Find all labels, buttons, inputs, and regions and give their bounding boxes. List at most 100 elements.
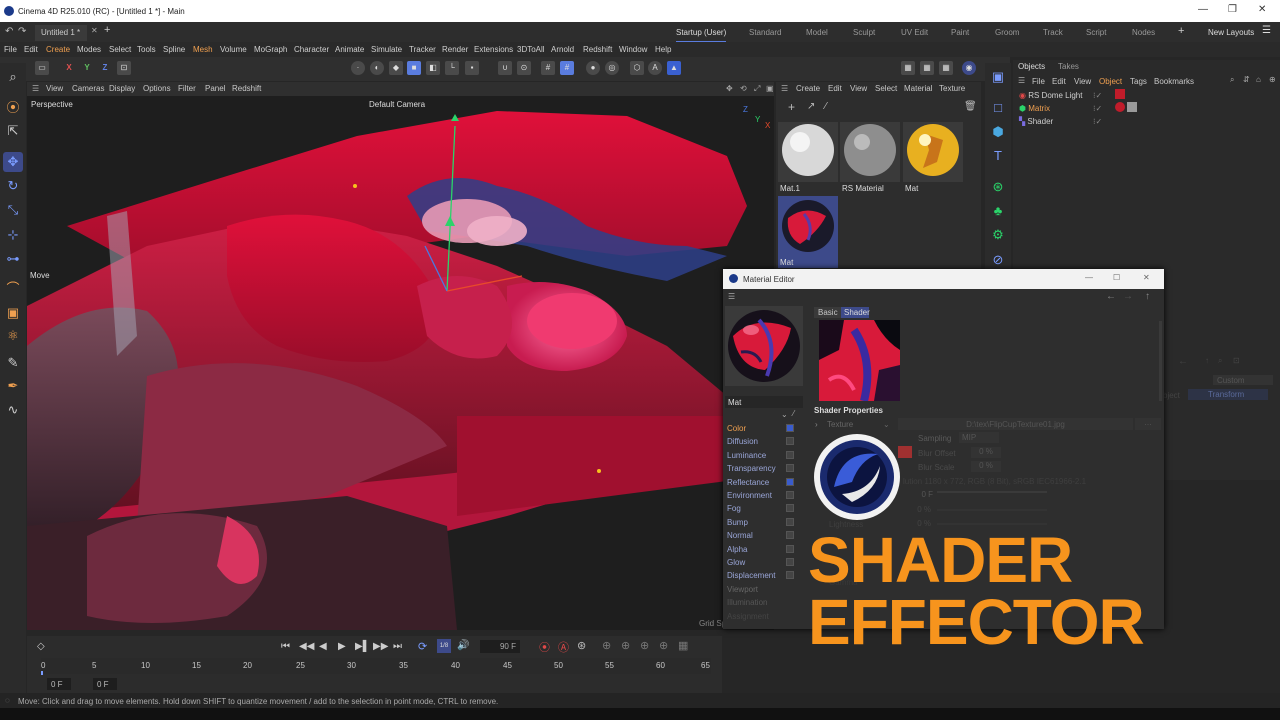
- channel-environment[interactable]: Environment: [727, 491, 772, 500]
- move-tool-icon[interactable]: ✥: [3, 152, 23, 172]
- menu-mograph[interactable]: MoGraph: [254, 45, 287, 54]
- layout-tab-model[interactable]: Model: [806, 28, 828, 37]
- texture-dropdown-icon[interactable]: ⌄: [883, 420, 890, 429]
- shader-preview[interactable]: [819, 320, 900, 402]
- polygons-mode-icon[interactable]: ◆: [389, 61, 403, 75]
- object-mode-icon[interactable]: ▭: [35, 61, 49, 75]
- select-tool-icon[interactable]: ⇱: [3, 121, 23, 141]
- edit-render-settings-icon[interactable]: ▦: [939, 61, 953, 75]
- camera-label[interactable]: Default Camera: [369, 100, 425, 109]
- sound-icon[interactable]: 🔊: [457, 640, 469, 651]
- visibility-toggle[interactable]: ⁝✓: [1093, 117, 1102, 126]
- render-view-icon[interactable]: ●: [586, 61, 600, 75]
- vp-menu-options[interactable]: Options: [143, 84, 171, 93]
- attr-up-icon[interactable]: ↑: [1205, 356, 1209, 365]
- autokey-icon[interactable]: Ⓐ: [558, 639, 569, 655]
- menu-character[interactable]: Character: [294, 45, 329, 54]
- render-to-picture-viewer-icon[interactable]: ▦: [920, 61, 934, 75]
- layout-tab-standard[interactable]: Standard: [749, 28, 781, 37]
- cube-icon[interactable]: ⬡: [630, 61, 644, 75]
- light-icon[interactable]: ⊛: [988, 177, 1008, 197]
- eyedropper-icon[interactable]: ⁄: [793, 409, 794, 418]
- mat-menu-edit[interactable]: Edit: [828, 84, 842, 93]
- mograph-cloner-icon[interactable]: ♣: [988, 201, 1008, 221]
- search-icon[interactable]: ⌕: [3, 67, 23, 87]
- vp-zoom-icon[interactable]: ⤢: [754, 84, 760, 94]
- key-position-icon[interactable]: ⊕: [602, 639, 611, 652]
- obj-menu-object[interactable]: Object: [1099, 77, 1122, 86]
- menu-help[interactable]: Help: [655, 45, 671, 54]
- obj-menu-view[interactable]: View: [1074, 77, 1091, 86]
- arnold-icon[interactable]: A: [648, 61, 662, 75]
- vp-layout-icon[interactable]: ▣: [766, 84, 774, 93]
- next-key-icon[interactable]: ▶▶: [373, 641, 388, 652]
- viewport-panel-icon[interactable]: ☰: [32, 84, 39, 93]
- channel-diffusion[interactable]: Diffusion: [727, 437, 758, 446]
- attr-mode-dropdown[interactable]: Custom: [1213, 375, 1273, 385]
- channel-checkbox[interactable]: [786, 437, 794, 445]
- me-menu-icon[interactable]: ☰: [728, 292, 735, 301]
- material-swatch[interactable]: [903, 122, 963, 182]
- menu-file[interactable]: File: [4, 45, 17, 54]
- snap-settings-icon[interactable]: ⊙: [517, 61, 531, 75]
- mat-menu-select[interactable]: Select: [875, 84, 897, 93]
- vp-menu-view[interactable]: View: [46, 84, 63, 93]
- play-icon[interactable]: ▶: [338, 641, 346, 652]
- vp-menu-filter[interactable]: Filter: [178, 84, 196, 93]
- uv-mode-icon[interactable]: ◧: [426, 61, 440, 75]
- brush-icon[interactable]: ✎: [3, 353, 23, 373]
- layout-tab-sculpt[interactable]: Sculpt: [853, 28, 875, 37]
- time-slider[interactable]: [937, 491, 1047, 493]
- generator-cube-icon[interactable]: ⬢: [988, 122, 1008, 142]
- channel-glow[interactable]: Glow: [727, 558, 745, 567]
- prev-key-icon[interactable]: ◀◀: [299, 641, 314, 652]
- menu-animate[interactable]: Animate: [335, 45, 364, 54]
- attr-tab-transform[interactable]: Transform: [1188, 389, 1268, 400]
- me-forward-icon[interactable]: →: [1123, 291, 1133, 302]
- menu-render[interactable]: Render: [442, 45, 468, 54]
- rs-tag-icon[interactable]: [1115, 89, 1125, 99]
- mat-menu-texture[interactable]: Texture: [939, 84, 965, 93]
- scale-tool-icon[interactable]: ⤡: [3, 200, 23, 220]
- channel-checkbox[interactable]: [786, 451, 794, 459]
- channel-normal[interactable]: Normal: [727, 531, 753, 540]
- goto-end-icon[interactable]: ⏭: [393, 641, 402, 652]
- visibility-toggle[interactable]: ⁝✓: [1093, 91, 1102, 100]
- channel-checkbox[interactable]: [786, 464, 794, 472]
- tab-objects[interactable]: Objects: [1018, 62, 1045, 71]
- tab-basic[interactable]: Basic: [814, 307, 841, 318]
- effector-gear-icon[interactable]: ⚙: [988, 225, 1008, 245]
- channel-checkbox[interactable]: [786, 504, 794, 512]
- attr-search-icon[interactable]: ⌕: [1218, 356, 1222, 366]
- menu-tools[interactable]: Tools: [137, 45, 156, 54]
- loop-icon[interactable]: ⟳: [418, 640, 427, 653]
- add-layout-icon[interactable]: +: [1178, 25, 1184, 37]
- layout-tab-uvedit[interactable]: UV Edit: [901, 28, 928, 37]
- layout-tab-startup[interactable]: Startup (User): [676, 28, 727, 43]
- obj-menu-bookmarks[interactable]: Bookmarks: [1154, 77, 1194, 86]
- layout-tab-script[interactable]: Script: [1086, 28, 1106, 37]
- me-maximize-icon[interactable]: ☐: [1113, 273, 1120, 282]
- deformer-icon[interactable]: ⊘: [988, 250, 1008, 270]
- channel-checkbox[interactable]: [786, 424, 794, 432]
- playhead[interactable]: [41, 671, 43, 675]
- layout-tab-groom[interactable]: Groom: [995, 28, 1019, 37]
- key-rotation-icon[interactable]: ⊕: [621, 639, 630, 652]
- mat-menu-material[interactable]: Material: [904, 84, 932, 93]
- object-row-rs-dome-light[interactable]: ◉ RS Dome Light: [1019, 91, 1082, 103]
- object-row-shader[interactable]: ▚ Shader: [1019, 117, 1053, 129]
- obj-menu-tags[interactable]: Tags: [1130, 77, 1147, 86]
- redo-icon[interactable]: ↷: [18, 26, 26, 37]
- layout-tab-nodes[interactable]: Nodes: [1132, 28, 1155, 37]
- material-preview[interactable]: [725, 306, 803, 386]
- channel-checkbox[interactable]: [786, 558, 794, 566]
- obj-filter-icon[interactable]: ⇵: [1243, 75, 1250, 84]
- extrude-tool-icon[interactable]: ⚛: [3, 326, 23, 346]
- channel-displacement[interactable]: Displacement: [727, 571, 775, 580]
- material-pick-icon[interactable]: ⁄: [825, 101, 827, 112]
- obj-search-icon[interactable]: ⌕: [1230, 75, 1234, 85]
- y-axis-lock[interactable]: Y: [80, 61, 94, 75]
- text-tool-icon[interactable]: T: [988, 146, 1008, 166]
- channel-checkbox[interactable]: [786, 531, 794, 539]
- menu-spline[interactable]: Spline: [163, 45, 185, 54]
